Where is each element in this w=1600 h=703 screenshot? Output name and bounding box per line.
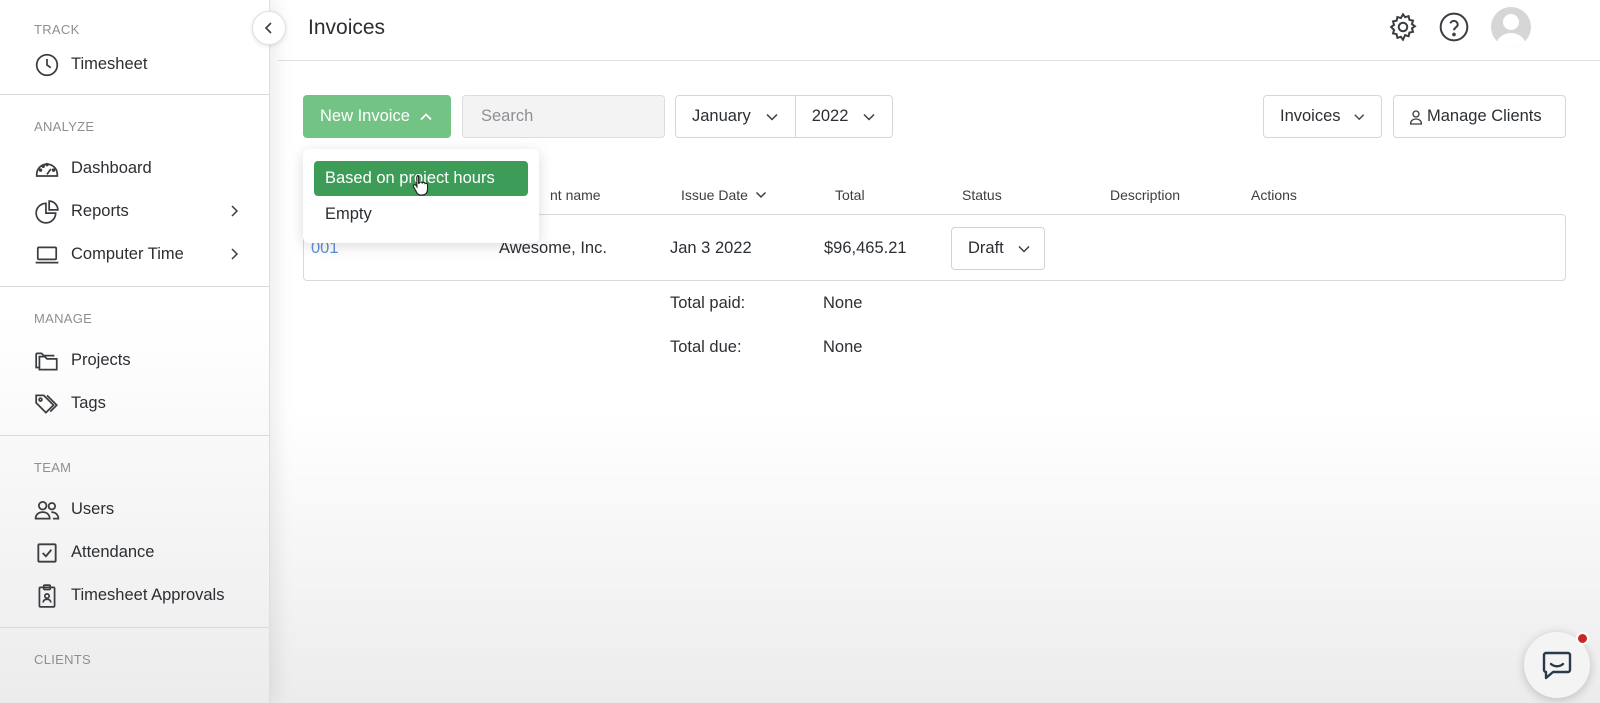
sidebar-heading-manage: MANAGE xyxy=(34,311,93,326)
sidebar-item-attendance[interactable]: Attendance xyxy=(0,531,269,574)
manage-clients-button[interactable]: Manage Clients xyxy=(1393,95,1566,138)
column-header-client: nt name xyxy=(550,187,601,203)
chevron-down-icon xyxy=(1018,245,1030,253)
sidebar-item-label: Dashboard xyxy=(71,159,152,177)
sidebar-item-projects[interactable]: Projects xyxy=(0,339,269,382)
help-icon[interactable] xyxy=(1438,11,1470,43)
search-input[interactable] xyxy=(462,95,665,138)
sidebar-item-label: Users xyxy=(71,500,115,518)
total-due-label: Total due: xyxy=(670,338,742,356)
page-title: Invoices xyxy=(308,16,386,39)
page-header: Invoices xyxy=(278,0,1600,61)
sidebar-section-team: TEAM Users Attendance Timesheet Approval… xyxy=(0,436,269,628)
sidebar-item-label: Computer Time xyxy=(71,245,184,263)
users-icon xyxy=(34,500,60,520)
month-select[interactable]: January xyxy=(676,96,795,137)
checkbox-icon xyxy=(37,542,57,563)
view-select[interactable]: Invoices xyxy=(1263,95,1382,138)
sidebar-heading-analyze: ANALYZE xyxy=(34,119,95,134)
sidebar: TRACK Timesheet ANALYZE Dashboard Report… xyxy=(0,0,270,703)
gauge-icon xyxy=(35,162,59,177)
folders-icon xyxy=(35,352,58,371)
avatar[interactable] xyxy=(1491,7,1531,47)
user-icon xyxy=(1409,109,1423,125)
sort-down-icon xyxy=(755,191,766,199)
sidebar-section-clients: CLIENTS xyxy=(0,628,269,670)
new-invoice-menu: Based on project hours Empty xyxy=(303,149,539,243)
invoice-total: $96,465.21 xyxy=(824,239,907,257)
year-value: 2022 xyxy=(811,107,849,125)
sidebar-item-dashboard[interactable]: Dashboard xyxy=(0,147,269,190)
user-silhouette-icon xyxy=(1495,14,1527,47)
column-header-actions: Actions xyxy=(1251,187,1297,203)
column-header-status: Status xyxy=(962,187,1002,203)
clock-icon xyxy=(35,53,59,76)
sidebar-section-manage: MANAGE Projects Tags xyxy=(0,287,269,436)
view-value: Invoices xyxy=(1280,107,1341,125)
laptop-icon xyxy=(35,246,59,263)
gear-icon[interactable] xyxy=(1387,11,1419,43)
status-value: Draft xyxy=(968,239,1004,257)
sidebar-section-track: TRACK Timesheet xyxy=(0,0,269,95)
chat-bubble-icon xyxy=(1542,651,1572,680)
column-header-label: Issue Date xyxy=(681,187,748,203)
tags-icon xyxy=(35,393,58,414)
sidebar-item-label: Attendance xyxy=(71,543,155,561)
sidebar-heading-clients: CLIENTS xyxy=(34,652,92,667)
new-invoice-button[interactable]: New Invoice xyxy=(303,95,451,138)
collapse-sidebar-button[interactable] xyxy=(252,11,286,45)
month-value: January xyxy=(692,107,751,125)
new-invoice-label: New Invoice xyxy=(320,107,410,125)
sidebar-item-label: Tags xyxy=(71,394,106,412)
sidebar-item-label: Timesheet xyxy=(71,55,148,73)
date-filter: January 2022 xyxy=(675,95,894,138)
sidebar-item-computer-time[interactable]: Computer Time xyxy=(0,233,269,276)
chevron-right-icon xyxy=(231,205,239,217)
total-paid-value: None xyxy=(823,294,863,312)
clipboard-icon xyxy=(38,583,56,608)
sidebar-item-timesheet-approvals[interactable]: Timesheet Approvals xyxy=(0,574,269,617)
menu-item-empty[interactable]: Empty xyxy=(314,197,528,232)
chevron-down-icon xyxy=(863,113,875,121)
column-header-description: Description xyxy=(1110,187,1181,203)
chevron-down-icon xyxy=(1353,113,1364,120)
sidebar-item-label: Reports xyxy=(71,202,129,220)
sidebar-section-analyze: ANALYZE Dashboard Reports Computer Time xyxy=(0,95,269,287)
sidebar-item-label: Projects xyxy=(71,351,131,369)
sidebar-item-label: Timesheet Approvals xyxy=(71,586,225,604)
column-header-issue-date[interactable]: Issue Date xyxy=(681,187,767,203)
chevron-left-icon xyxy=(264,22,272,34)
total-due-value: None xyxy=(823,338,863,356)
sidebar-heading-team: TEAM xyxy=(34,460,72,475)
status-select[interactable]: Draft xyxy=(951,227,1045,270)
chevron-down-icon xyxy=(766,113,778,121)
sidebar-item-users[interactable]: Users xyxy=(0,488,269,531)
column-header-total: Total xyxy=(835,187,865,203)
sidebar-item-timesheet[interactable]: Timesheet xyxy=(0,43,269,86)
manage-clients-label: Manage Clients xyxy=(1427,107,1542,125)
total-paid-label: Total paid: xyxy=(670,294,746,312)
sidebar-item-reports[interactable]: Reports xyxy=(0,190,269,233)
chevron-up-icon xyxy=(420,112,432,120)
pie-chart-icon xyxy=(35,199,59,224)
hand-cursor-icon xyxy=(412,174,429,196)
sidebar-heading-track: TRACK xyxy=(34,22,80,37)
year-select[interactable]: 2022 xyxy=(794,96,893,137)
issue-date: Jan 3 2022 xyxy=(670,239,752,257)
sidebar-item-tags[interactable]: Tags xyxy=(0,382,269,425)
notification-badge xyxy=(1576,632,1589,645)
chevron-right-icon xyxy=(231,248,239,260)
